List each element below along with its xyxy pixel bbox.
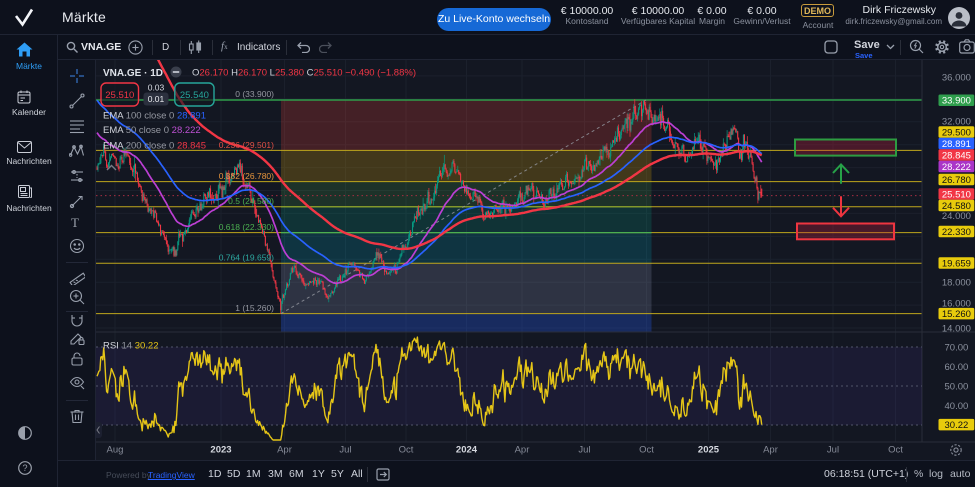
svg-text:25.510: 25.510 (942, 189, 971, 200)
svg-text:?: ? (22, 463, 27, 473)
svg-text:Jul: Jul (339, 445, 351, 456)
svg-text:2025: 2025 (698, 445, 720, 456)
svg-text:25.510: 25.510 (105, 90, 134, 101)
svg-text:50.00: 50.00 (945, 381, 969, 392)
svg-text:60.00: 60.00 (945, 362, 969, 373)
svg-text:29.500: 29.500 (942, 127, 971, 138)
svg-text:19.659: 19.659 (942, 258, 971, 269)
svg-text:14.000: 14.000 (942, 323, 971, 334)
svg-text:28.891: 28.891 (942, 139, 971, 150)
svg-text:2024: 2024 (456, 445, 478, 456)
svg-text:1 (15.260): 1 (15.260) (235, 303, 274, 313)
svg-text:EMA 50 close 0 28.222: EMA 50 close 0 28.222 (103, 125, 201, 136)
svg-text:15.260: 15.260 (942, 309, 971, 320)
svg-text:Apr: Apr (277, 445, 292, 456)
svg-text:16.000: 16.000 (942, 298, 971, 309)
svg-text:Jul: Jul (578, 445, 590, 456)
svg-text:VNA.GE · 1D: VNA.GE · 1D (103, 68, 163, 79)
svg-text:32.000: 32.000 (942, 117, 971, 128)
svg-text:24.580: 24.580 (942, 201, 971, 212)
svg-text:26.780: 26.780 (942, 175, 971, 186)
svg-text:O26.170 H26.170 L25.380 C25.51: O26.170 H26.170 L25.380 C25.510 −0.490 (… (192, 68, 416, 79)
svg-text:Jul: Jul (827, 445, 839, 456)
svg-text:36.000: 36.000 (942, 72, 971, 83)
svg-text:24.000: 24.000 (942, 211, 971, 222)
svg-text:Apr: Apr (515, 445, 530, 456)
svg-text:0.5 (24.580): 0.5 (24.580) (228, 196, 274, 206)
svg-text:EMA 100 close 0 28.891: EMA 100 close 0 28.891 (103, 111, 206, 122)
svg-text:70.00: 70.00 (945, 342, 969, 353)
svg-text:0.618 (22.330): 0.618 (22.330) (219, 222, 274, 232)
svg-text:0.01: 0.01 (148, 94, 165, 104)
svg-text:Oct: Oct (639, 445, 654, 456)
svg-text:Oct: Oct (888, 445, 903, 456)
svg-text:40.00: 40.00 (945, 401, 969, 412)
svg-text:0.764 (19.659): 0.764 (19.659) (219, 253, 274, 263)
svg-text:28.845: 28.845 (942, 150, 971, 161)
svg-text:EMA 200 close 0 28.845: EMA 200 close 0 28.845 (103, 141, 206, 152)
svg-text:18.000: 18.000 (942, 277, 971, 288)
svg-text:0.236 (29.501): 0.236 (29.501) (219, 140, 274, 150)
svg-text:30.22: 30.22 (945, 420, 969, 431)
svg-text:28.222: 28.222 (942, 162, 971, 173)
svg-text:0 (33.900): 0 (33.900) (235, 89, 274, 99)
svg-text:25.540: 25.540 (180, 90, 209, 101)
svg-text:Apr: Apr (763, 445, 778, 456)
svg-text:Oct: Oct (399, 445, 414, 456)
svg-text:Aug: Aug (107, 445, 124, 456)
svg-text:2023: 2023 (210, 445, 231, 456)
svg-text:RSI 14 30.22: RSI 14 30.22 (103, 341, 158, 352)
svg-text:0.382 (26.780): 0.382 (26.780) (219, 171, 274, 181)
svg-text:0.03: 0.03 (148, 83, 165, 93)
svg-text:22.330: 22.330 (942, 227, 971, 238)
svg-text:33.900: 33.900 (942, 96, 971, 107)
